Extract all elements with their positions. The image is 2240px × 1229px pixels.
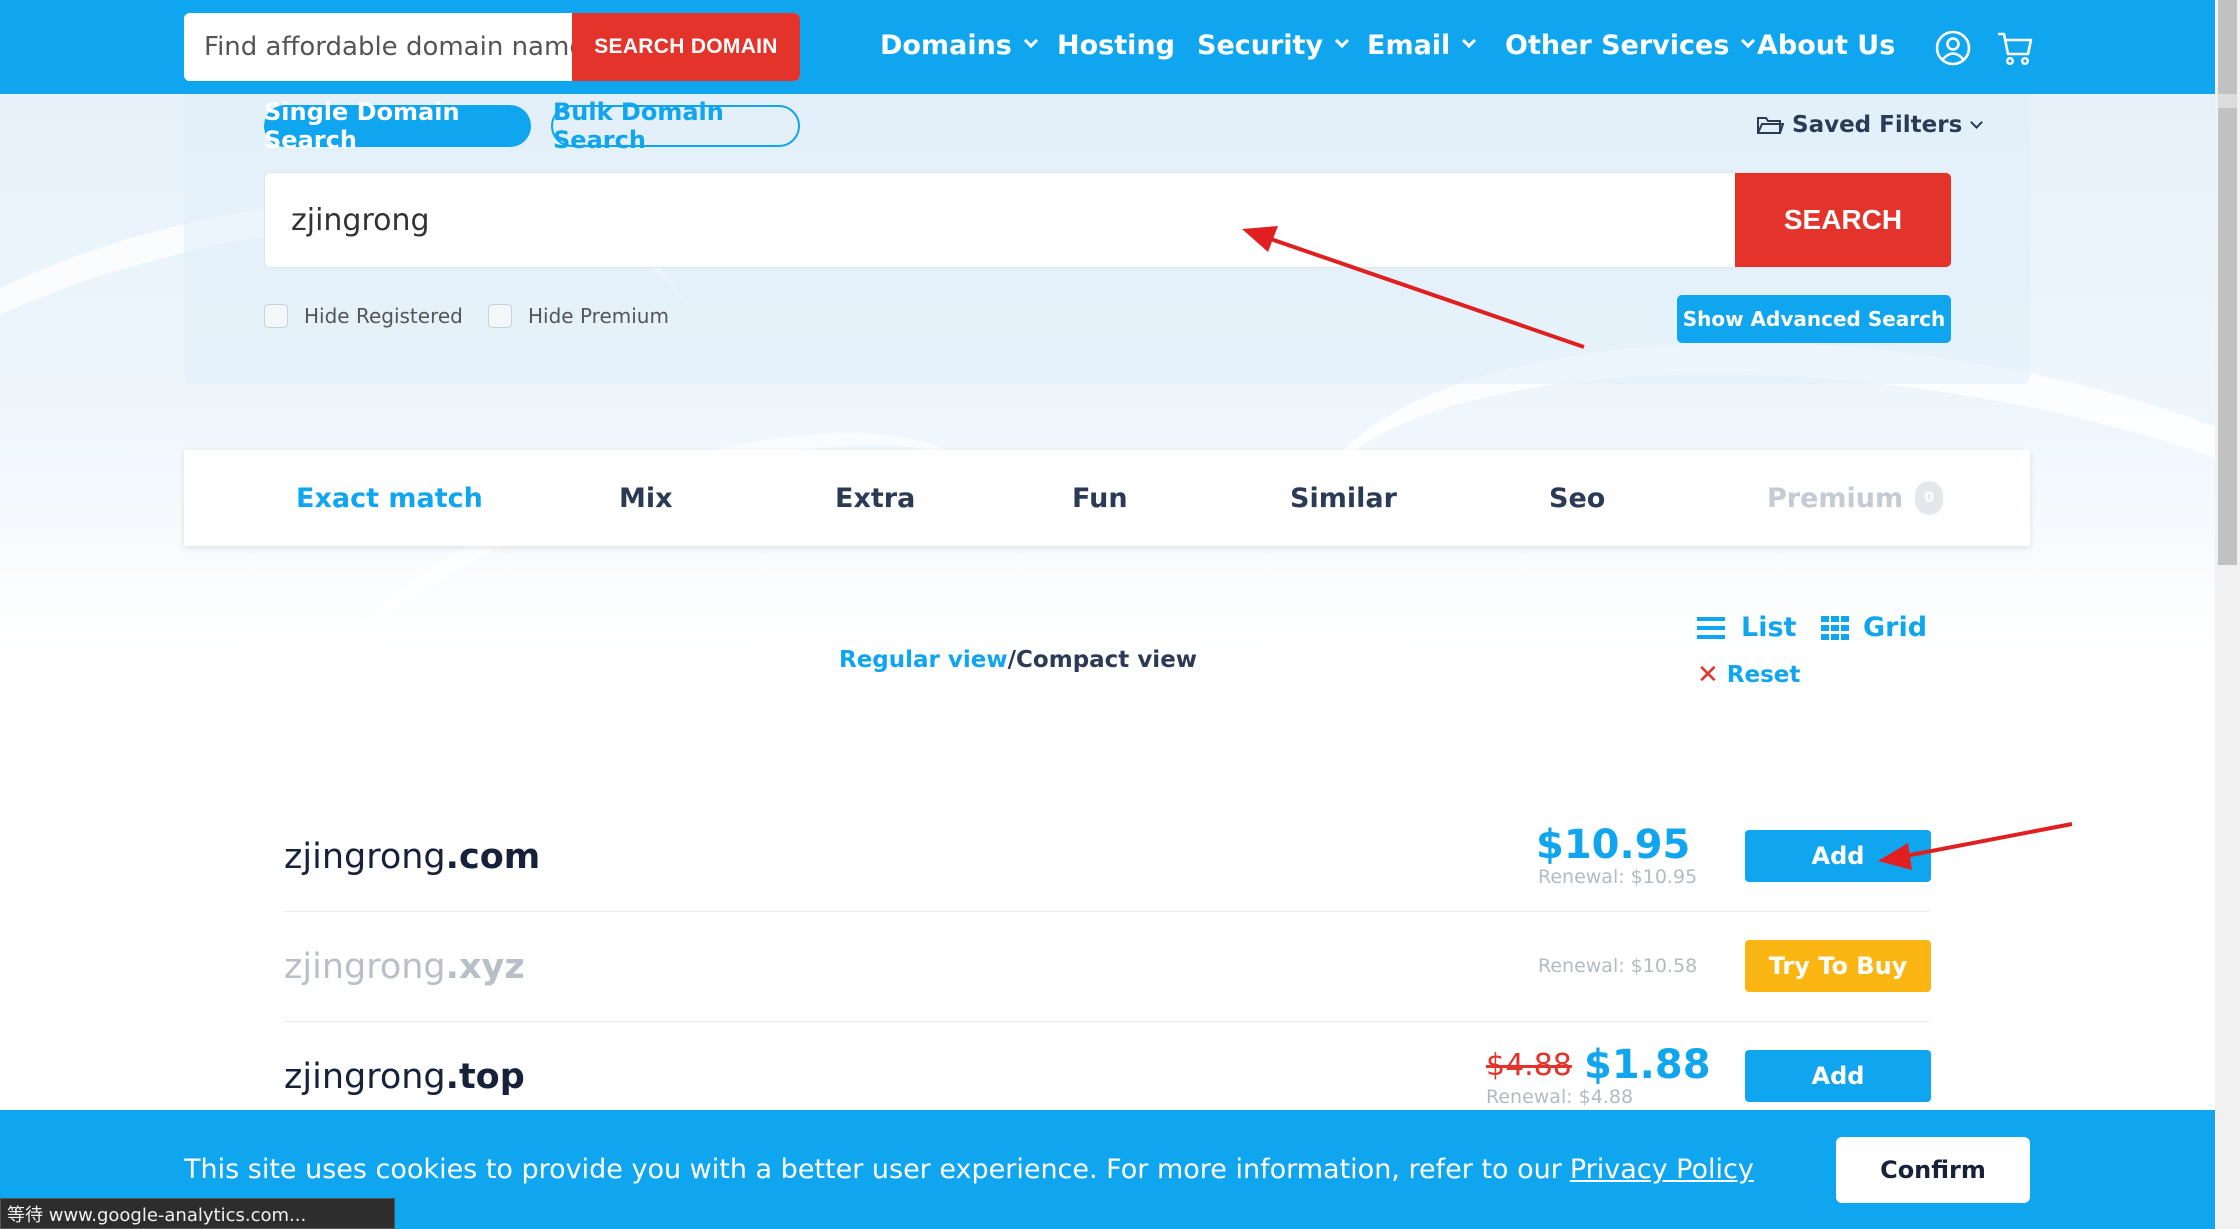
premium-count-badge: 0 xyxy=(1915,481,1944,515)
tab-fun[interactable]: Fun xyxy=(1072,450,1128,546)
nav-label: Email xyxy=(1367,29,1451,61)
nav-email[interactable]: Email xyxy=(1367,0,1477,90)
reset-label: Reset xyxy=(1726,662,1801,688)
nav-hosting[interactable]: Hosting xyxy=(1057,0,1175,90)
domain-sld: zjingrong xyxy=(284,1057,446,1097)
tab-similar[interactable]: Similar xyxy=(1290,450,1397,546)
renewal-price: Renewal: $4.88 xyxy=(1486,1086,1634,1108)
chevron-down-icon xyxy=(1334,33,1350,49)
domain-search-input[interactable]: zjingrong xyxy=(265,173,1735,267)
nav-security[interactable]: Security xyxy=(1197,0,1350,90)
result-row: zjingrong .xyz Renewal: $10.58 Try To Buy xyxy=(284,912,1931,1022)
scrollbar-thumb-cap xyxy=(2218,94,2237,108)
checkbox-label: Hide Registered xyxy=(304,304,463,328)
domain-sld: zjingrong xyxy=(284,837,446,877)
close-icon: ✕ xyxy=(1697,660,1719,690)
tab-extra[interactable]: Extra xyxy=(835,450,915,546)
list-view-button[interactable]: List xyxy=(1697,612,1796,643)
single-domain-search-tab[interactable]: Single Domain Search xyxy=(264,98,531,154)
nav-label: Security xyxy=(1197,29,1324,61)
list-icon xyxy=(1697,616,1725,639)
nav-label: Hosting xyxy=(1057,29,1175,61)
nav-label: About Us xyxy=(1757,29,1896,61)
domain-sld: zjingrong xyxy=(284,947,446,987)
grid-label: Grid xyxy=(1863,612,1928,643)
scrollbar[interactable] xyxy=(2215,0,2240,1229)
user-icon[interactable] xyxy=(1933,28,1973,68)
domain-tld: .top xyxy=(445,1057,525,1097)
saved-filters-label: Saved Filters xyxy=(1792,112,1963,138)
show-advanced-search-button[interactable]: Show Advanced Search xyxy=(1677,295,1951,343)
cookie-message: This site uses cookies to provide you wi… xyxy=(184,1110,1754,1229)
add-to-cart-button[interactable]: Add xyxy=(1745,830,1931,882)
compact-view-link[interactable]: Compact view xyxy=(1016,647,1197,673)
price: $1.88 xyxy=(1584,1042,1711,1088)
cookie-text: This site uses cookies to provide you wi… xyxy=(184,1154,1562,1185)
privacy-policy-link[interactable]: Privacy Policy xyxy=(1570,1154,1754,1185)
view-mode-toggle: Regular view/Compact view xyxy=(839,647,1197,673)
domain-name: zjingrong .com xyxy=(284,802,540,912)
hide-registered-checkbox[interactable]: Hide Registered xyxy=(264,304,463,328)
tab-exact-match[interactable]: Exact match xyxy=(296,450,483,546)
price: $10.95 xyxy=(1536,822,1691,868)
domain-tld: .com xyxy=(445,837,541,877)
result-tabs: Exact match Mix Extra Fun Similar Seo Pr… xyxy=(184,450,2030,546)
add-to-cart-button[interactable]: Add xyxy=(1745,1050,1931,1102)
domain-name: zjingrong .xyz xyxy=(284,912,525,1022)
nav-label: Other Services xyxy=(1505,29,1730,61)
original-price: $4.88 xyxy=(1486,1048,1572,1083)
chevron-down-icon xyxy=(1023,33,1038,49)
result-row: zjingrong .com $10.95 Renewal: $10.95 Add xyxy=(284,802,1931,912)
tab-label: Premium xyxy=(1767,482,1904,514)
try-to-buy-button[interactable]: Try To Buy xyxy=(1745,940,1931,992)
cart-icon[interactable] xyxy=(1995,28,2035,68)
saved-filters-dropdown[interactable]: Saved Filters xyxy=(1756,112,1984,138)
chevron-down-icon xyxy=(1970,115,1984,129)
chevron-down-icon xyxy=(1741,33,1756,49)
bulk-domain-search-tab[interactable]: Bulk Domain Search xyxy=(551,98,800,154)
nav-other-services[interactable]: Other Services xyxy=(1505,0,1756,90)
nav-domains[interactable]: Domains xyxy=(880,0,1038,90)
domain-tld: .xyz xyxy=(445,947,525,987)
folder-icon xyxy=(1757,117,1784,134)
cookie-confirm-button[interactable]: Confirm xyxy=(1836,1137,2030,1203)
reset-button[interactable]: ✕ Reset xyxy=(1697,660,1800,690)
regular-view-link[interactable]: Regular view xyxy=(839,647,1008,673)
renewal-price: Renewal: $10.95 xyxy=(1538,866,1698,888)
domain-search-box: zjingrong SEARCH xyxy=(264,172,1952,268)
chevron-down-icon xyxy=(1462,33,1477,49)
renewal-price: Renewal: $10.58 xyxy=(1538,955,1698,977)
header-search: SEARCH DOMAIN xyxy=(184,13,800,81)
tab-seo[interactable]: Seo xyxy=(1549,450,1605,546)
checkbox-box[interactable] xyxy=(488,304,512,328)
nav-about-us[interactable]: About Us xyxy=(1757,0,1895,90)
scrollbar-thumb[interactable] xyxy=(2218,0,2237,565)
checkbox-box[interactable] xyxy=(264,304,288,328)
search-button[interactable]: SEARCH xyxy=(1735,173,1951,267)
header-search-button[interactable]: SEARCH DOMAIN xyxy=(572,13,800,81)
site-header: SEARCH DOMAIN Domains Hosting Security E… xyxy=(0,0,2215,94)
list-label: List xyxy=(1741,612,1797,643)
tab-mix[interactable]: Mix xyxy=(619,450,673,546)
view-separator: / xyxy=(1007,647,1017,673)
browser-status-bar: 等待 www.google-analytics.com... xyxy=(0,1198,395,1229)
header-search-input[interactable] xyxy=(184,13,572,81)
checkbox-label: Hide Premium xyxy=(528,304,669,328)
tab-premium[interactable]: Premium 0 xyxy=(1767,450,1944,546)
hide-premium-checkbox[interactable]: Hide Premium xyxy=(488,304,669,328)
nav-label: Domains xyxy=(880,29,1012,61)
grid-view-button[interactable]: Grid xyxy=(1821,612,1927,643)
grid-icon xyxy=(1821,615,1849,640)
